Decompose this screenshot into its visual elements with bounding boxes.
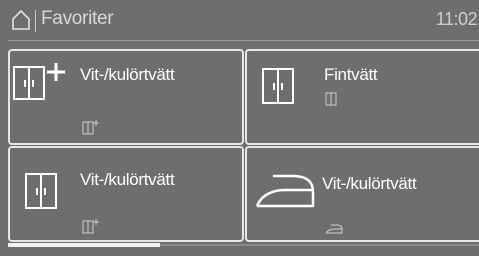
wardrobe-icon [25, 173, 57, 209]
tile-label: Vit-/kulörtvätt [322, 174, 417, 193]
wardrobe-icon [262, 68, 294, 104]
header-separator [35, 10, 36, 32]
tile-label: Fintvätt [324, 65, 378, 84]
header-divider [8, 40, 479, 41]
wardrobe-plus-icon [13, 63, 65, 100]
clock: 11:02 [435, 9, 478, 29]
bottom-edge [0, 256, 479, 273]
tile-label: Vit-/kulörtvätt [80, 65, 175, 84]
page-title: Favoriter [41, 8, 114, 29]
tile-label: Vit-/kulörtvätt [80, 170, 175, 189]
small-wardrobe-icon [325, 92, 337, 106]
scrollbar-thumb[interactable] [8, 243, 160, 247]
favorite-tile-3[interactable]: Vit-/kulörtvätt [8, 146, 244, 242]
favorite-tile-2[interactable]: Fintvätt [245, 49, 479, 145]
header-bar: Favoriter 11:02 [0, 0, 479, 42]
small-wardrobe-plus-icon [82, 120, 99, 135]
iron-icon [255, 174, 315, 208]
screen: Favoriter 11:02 Vit-/kulörtvätt Fintvätt… [0, 0, 479, 273]
favorite-tile-1[interactable]: Vit-/kulörtvätt [8, 49, 244, 145]
home-icon[interactable] [11, 9, 31, 31]
small-wardrobe-plus-icon [82, 219, 99, 234]
small-iron-icon [325, 224, 343, 234]
favorite-tile-4[interactable]: Vit-/kulörtvätt [245, 146, 479, 242]
